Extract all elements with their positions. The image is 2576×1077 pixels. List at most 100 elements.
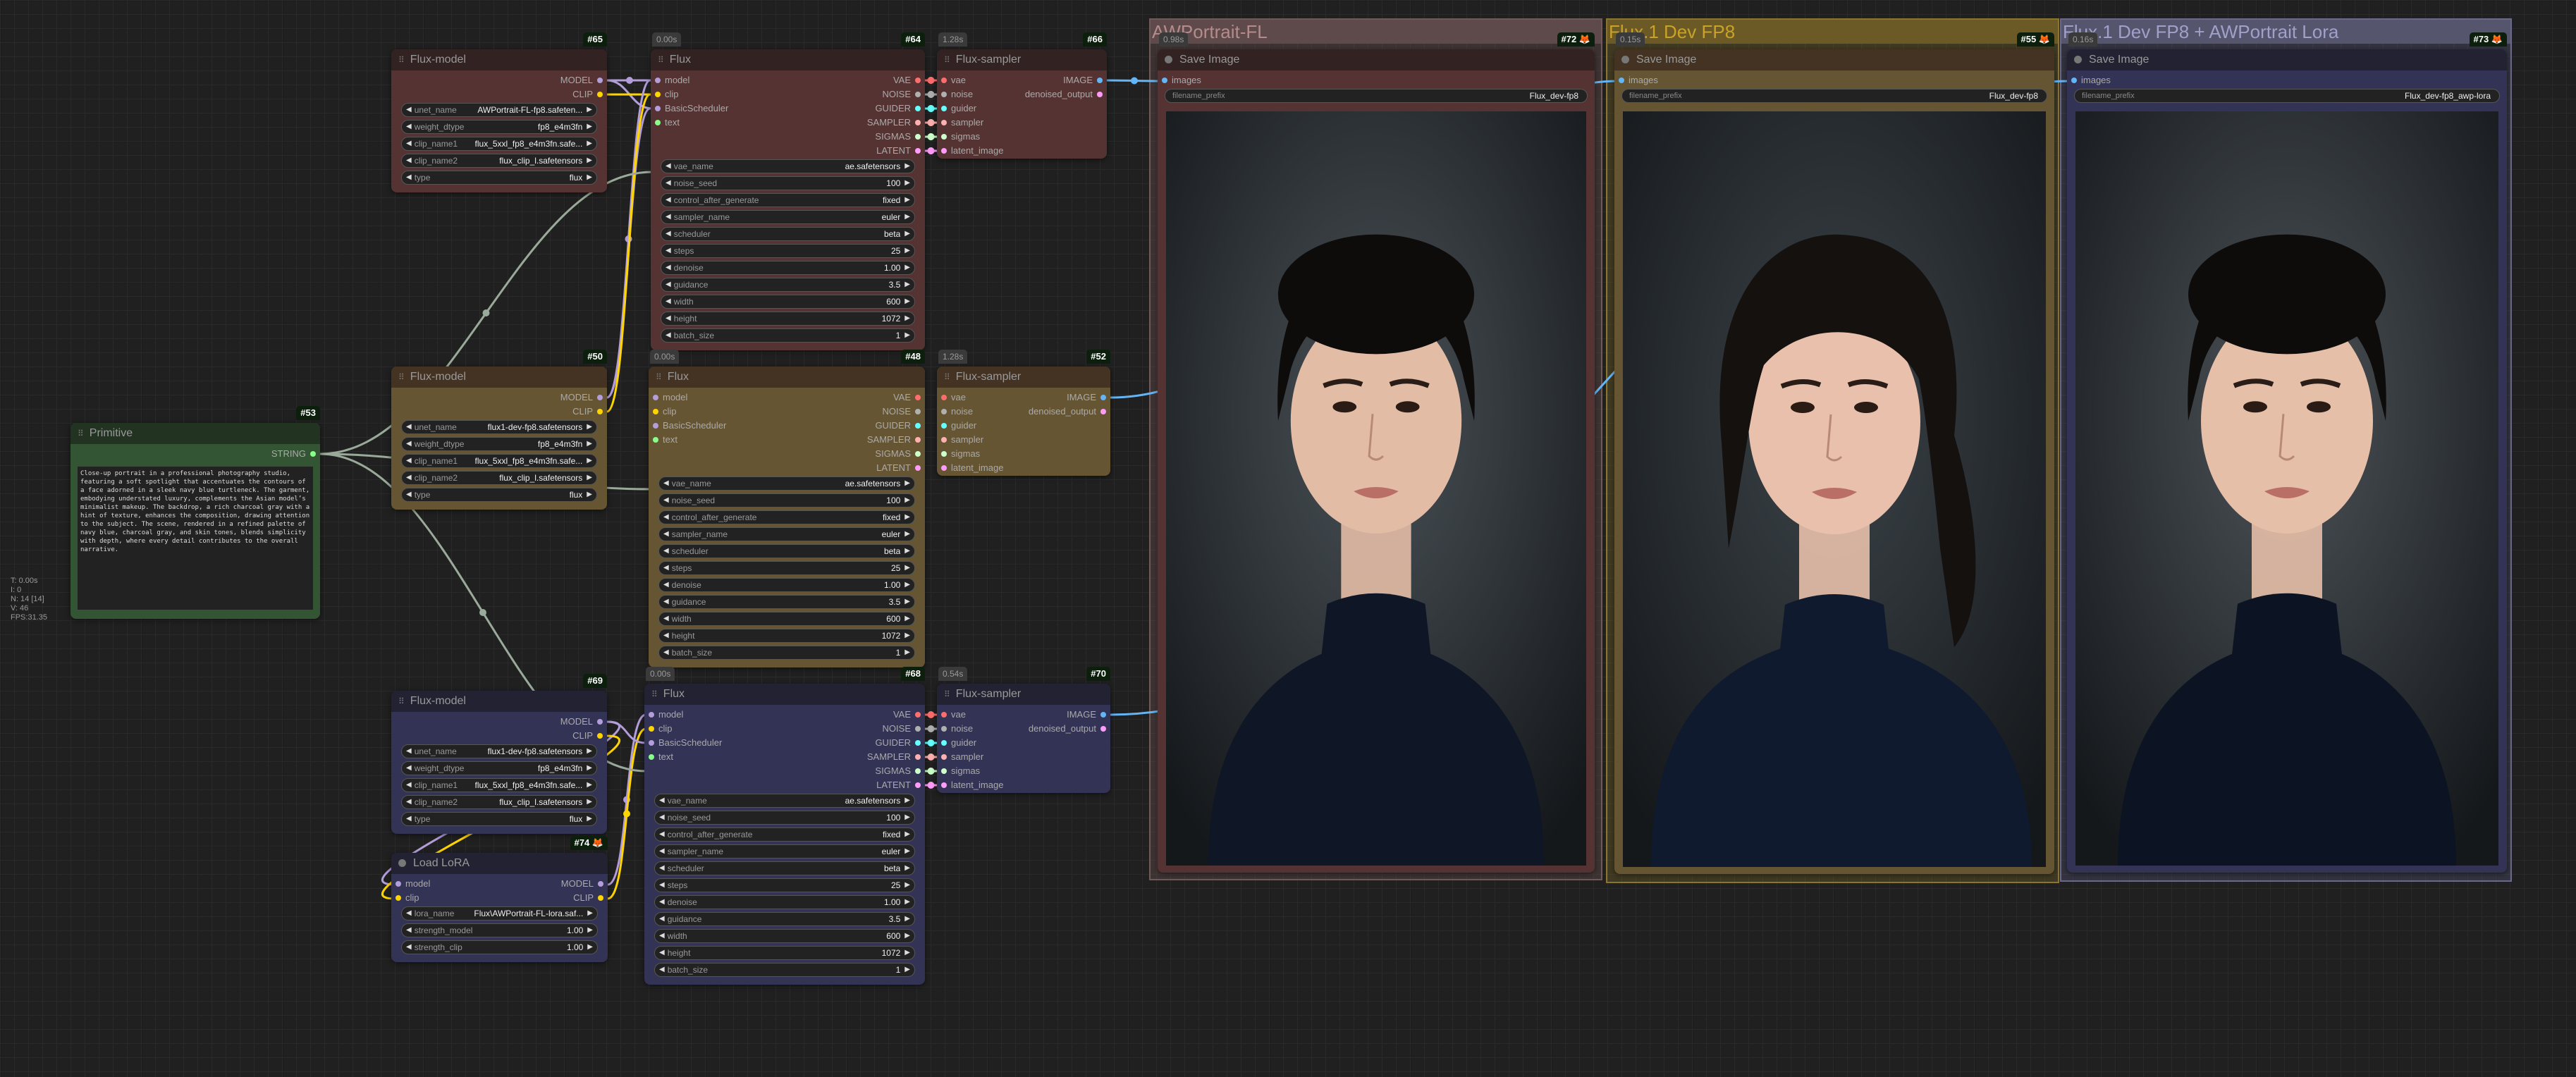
increment-arrow-icon[interactable]: ▶ bbox=[904, 879, 910, 892]
decrement-arrow-icon[interactable]: ◀ bbox=[406, 924, 412, 937]
output-slot-model[interactable]: MODEL bbox=[560, 73, 603, 87]
decrement-arrow-icon[interactable]: ◀ bbox=[666, 278, 671, 291]
slot-dot-icon[interactable] bbox=[597, 719, 603, 725]
widget-scheduler[interactable]: ◀ scheduler beta ▶ bbox=[654, 861, 915, 875]
decrement-arrow-icon[interactable]: ◀ bbox=[406, 796, 412, 808]
slot-dot-icon[interactable] bbox=[653, 395, 658, 400]
widget-denoise[interactable]: ◀ denoise 1.00 ▶ bbox=[661, 261, 915, 275]
increment-arrow-icon[interactable]: ▶ bbox=[904, 896, 910, 909]
output-slot-sigmas[interactable]: SIGMAS bbox=[875, 130, 921, 144]
slot-dot-icon[interactable] bbox=[310, 451, 316, 457]
increment-arrow-icon[interactable]: ▶ bbox=[587, 472, 592, 484]
increment-arrow-icon[interactable]: ▶ bbox=[904, 947, 910, 959]
decrement-arrow-icon[interactable]: ◀ bbox=[663, 477, 669, 490]
widget-scheduler[interactable]: ◀ scheduler beta ▶ bbox=[658, 544, 915, 558]
slot-dot-icon[interactable] bbox=[915, 148, 921, 154]
slot-dot-icon[interactable] bbox=[941, 423, 947, 429]
output-slot-image[interactable]: IMAGE bbox=[1067, 708, 1106, 722]
decrement-arrow-icon[interactable]: ◀ bbox=[659, 896, 665, 909]
decrement-arrow-icon[interactable]: ◀ bbox=[406, 488, 412, 501]
widget-type[interactable]: ◀ type flux ▶ bbox=[401, 812, 597, 826]
increment-arrow-icon[interactable]: ▶ bbox=[904, 828, 910, 841]
node-flux[interactable]: #48 0.00s ⠿ Flux model VAE clip NOISE BasicSched… bbox=[649, 350, 925, 667]
decrement-arrow-icon[interactable]: ◀ bbox=[666, 261, 671, 274]
widget-clip-name2[interactable]: ◀ clip_name2 flux_clip_l.safetensors ▶ bbox=[401, 471, 597, 485]
slot-dot-icon[interactable] bbox=[941, 768, 947, 774]
decrement-arrow-icon[interactable]: ◀ bbox=[659, 879, 665, 892]
decrement-arrow-icon[interactable]: ◀ bbox=[659, 811, 665, 824]
increment-arrow-icon[interactable]: ▶ bbox=[904, 629, 910, 642]
slot-dot-icon[interactable] bbox=[915, 782, 921, 788]
slot-dot-icon[interactable] bbox=[915, 712, 921, 718]
slot-dot-icon[interactable] bbox=[941, 395, 947, 400]
decrement-arrow-icon[interactable]: ◀ bbox=[406, 154, 412, 167]
output-slot-latent[interactable]: LATENT bbox=[876, 144, 921, 158]
slot-dot-icon[interactable] bbox=[915, 768, 921, 774]
slot-dot-icon[interactable] bbox=[915, 451, 921, 457]
decrement-arrow-icon[interactable]: ◀ bbox=[659, 947, 665, 959]
drag-grip-icon[interactable]: ⠿ bbox=[398, 696, 405, 706]
decrement-arrow-icon[interactable]: ◀ bbox=[663, 629, 669, 642]
increment-arrow-icon[interactable]: ▶ bbox=[904, 329, 910, 342]
increment-arrow-icon[interactable]: ▶ bbox=[587, 455, 592, 467]
widget-type[interactable]: ◀ type flux ▶ bbox=[401, 171, 597, 185]
slot-dot-icon[interactable] bbox=[941, 451, 947, 457]
output-slot-sigmas[interactable]: SIGMAS bbox=[875, 764, 921, 778]
input-slot-guider[interactable]: guider bbox=[941, 736, 976, 750]
output-slot-string[interactable]: STRING bbox=[271, 447, 316, 461]
increment-arrow-icon[interactable]: ▶ bbox=[587, 438, 592, 450]
node-title-bar[interactable]: Save Image bbox=[2067, 49, 2507, 70]
widget-strength-clip[interactable]: ◀ strength_clip 1.00 ▶ bbox=[401, 940, 598, 954]
image-preview[interactable] bbox=[2075, 111, 2498, 866]
widget-batch-size[interactable]: ◀ batch_size 1 ▶ bbox=[654, 963, 915, 977]
input-slot-clip[interactable]: clip bbox=[653, 405, 677, 419]
widget-steps[interactable]: ◀ steps 25 ▶ bbox=[661, 244, 915, 258]
widget-width[interactable]: ◀ width 600 ▶ bbox=[661, 295, 915, 309]
increment-arrow-icon[interactable]: ▶ bbox=[587, 796, 592, 808]
widget-unet-name[interactable]: ◀ unet_name flux1-dev-fp8.safetensors ▶ bbox=[401, 420, 597, 434]
increment-arrow-icon[interactable]: ▶ bbox=[904, 228, 910, 240]
increment-arrow-icon[interactable]: ▶ bbox=[904, 312, 910, 325]
slot-dot-icon[interactable] bbox=[395, 881, 401, 887]
node-title-bar[interactable]: ⠿ Primitive bbox=[70, 423, 320, 444]
decrement-arrow-icon[interactable]: ◀ bbox=[659, 930, 665, 942]
output-slot-noise[interactable]: NOISE bbox=[883, 405, 921, 419]
widget-strength-model[interactable]: ◀ strength_model 1.00 ▶ bbox=[401, 923, 598, 937]
increment-arrow-icon[interactable]: ▶ bbox=[904, 794, 910, 807]
increment-arrow-icon[interactable]: ▶ bbox=[904, 845, 910, 858]
image-preview[interactable] bbox=[1623, 111, 2046, 867]
input-slot-latent-image[interactable]: latent_image bbox=[941, 461, 1003, 475]
decrement-arrow-icon[interactable]: ◀ bbox=[666, 177, 671, 190]
graph-canvas[interactable]: #53 ⠿ Primitive STRING Close-up portrait in … bbox=[0, 0, 2576, 1077]
decrement-arrow-icon[interactable]: ◀ bbox=[406, 472, 412, 484]
node-title-bar[interactable]: Load LoRA bbox=[391, 853, 608, 874]
output-slot-vae[interactable]: VAE bbox=[893, 390, 921, 405]
node-flux-model[interactable]: #65 ⠿ Flux-model MODEL CLIP ◀ unet_name AWPortr… bbox=[391, 32, 607, 192]
widget-clip-name2[interactable]: ◀ clip_name2 flux_clip_l.safetensors ▶ bbox=[401, 795, 597, 809]
decrement-arrow-icon[interactable]: ◀ bbox=[666, 245, 671, 257]
slot-dot-icon[interactable] bbox=[915, 726, 921, 732]
widget-height[interactable]: ◀ height 1072 ▶ bbox=[658, 629, 915, 643]
widget-noise-seed[interactable]: ◀ noise_seed 100 ▶ bbox=[658, 493, 915, 507]
collapse-dot-icon[interactable] bbox=[398, 859, 406, 867]
widget-control-after-generate[interactable]: ◀ control_after_generate fixed ▶ bbox=[661, 193, 915, 207]
increment-arrow-icon[interactable]: ▶ bbox=[587, 745, 592, 758]
slot-dot-icon[interactable] bbox=[653, 423, 658, 429]
increment-arrow-icon[interactable]: ▶ bbox=[904, 596, 910, 608]
increment-arrow-icon[interactable]: ▶ bbox=[904, 194, 910, 207]
decrement-arrow-icon[interactable]: ◀ bbox=[659, 913, 665, 925]
input-slot-sampler[interactable]: sampler bbox=[941, 116, 983, 130]
increment-arrow-icon[interactable]: ▶ bbox=[587, 104, 592, 116]
widget-steps[interactable]: ◀ steps 25 ▶ bbox=[658, 561, 915, 575]
widget-filename-prefix[interactable]: filename_prefix Flux_dev-fp8 bbox=[1621, 89, 2047, 103]
widget-filename-prefix[interactable]: filename_prefix Flux_dev-fp8_awp-lora bbox=[2074, 89, 2500, 103]
drag-grip-icon[interactable]: ⠿ bbox=[944, 55, 950, 65]
decrement-arrow-icon[interactable]: ◀ bbox=[406, 762, 412, 775]
node-flux-model[interactable]: #69 ⠿ Flux-model MODEL CLIP ◀ unet_name flux1-d… bbox=[391, 674, 607, 834]
widget-vae-name[interactable]: ◀ vae_name ae.safetensors ▶ bbox=[654, 794, 915, 808]
increment-arrow-icon[interactable]: ▶ bbox=[904, 278, 910, 291]
widget-type[interactable]: ◀ type flux ▶ bbox=[401, 488, 597, 502]
slot-dot-icon[interactable] bbox=[941, 754, 947, 760]
decrement-arrow-icon[interactable]: ◀ bbox=[406, 907, 412, 920]
input-slot-sigmas[interactable]: sigmas bbox=[941, 447, 980, 461]
